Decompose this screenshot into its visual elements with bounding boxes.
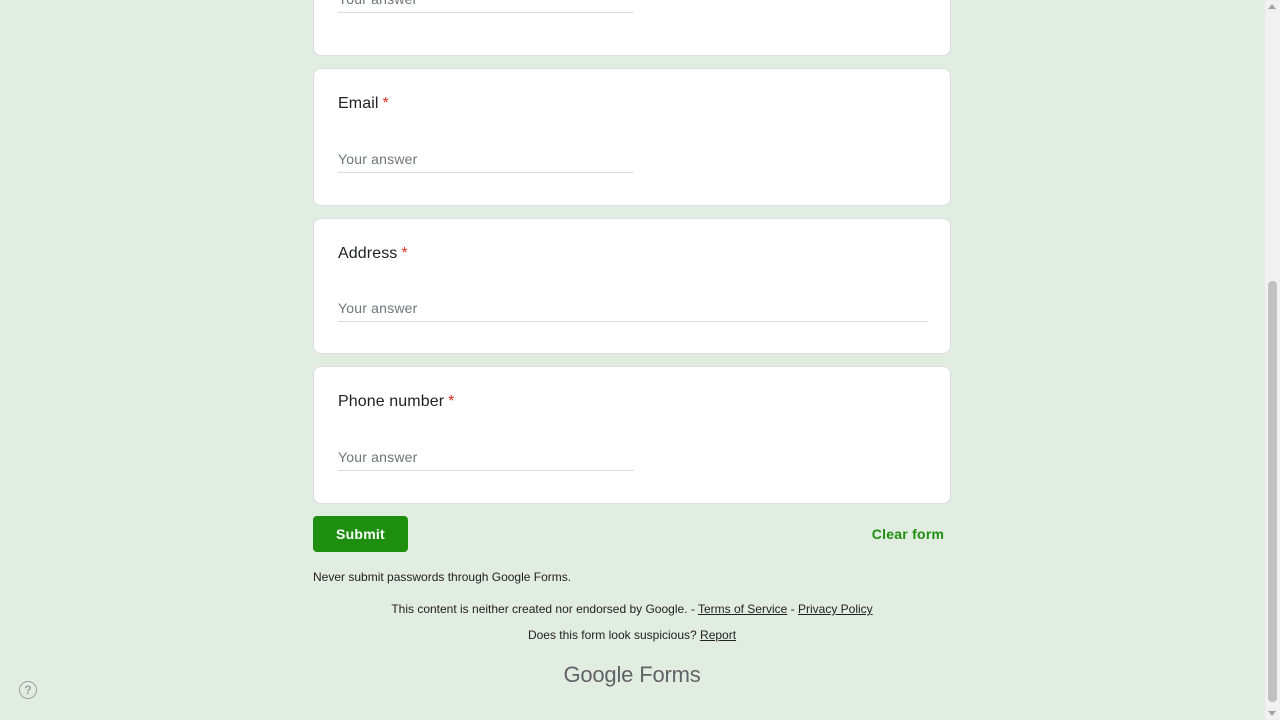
scroll-down-arrow-icon[interactable] (1268, 711, 1276, 716)
clear-form-button[interactable]: Clear form (862, 516, 954, 552)
question-label-phone: Phone number (338, 393, 445, 410)
question-title-email: Email * (338, 95, 389, 113)
suspicious-text: Does this form look suspicious? (527, 628, 697, 642)
question-title-address: Address * (338, 245, 408, 263)
question-card-email: Email * Your answer (313, 68, 951, 206)
report-link[interactable]: Report (700, 628, 736, 642)
vertical-scrollbar[interactable] (1265, 0, 1280, 720)
answer-input-previous[interactable]: Your answer (338, 0, 634, 13)
scrollbar-thumb[interactable] (1268, 281, 1277, 702)
required-asterisk: * (401, 245, 408, 262)
terms-of-service-link[interactable]: Terms of Service (698, 602, 787, 616)
brand-forms: Forms (639, 662, 701, 687)
google-forms-logo[interactable]: Google Forms (313, 662, 951, 688)
question-card-address: Address * Your answer (313, 218, 951, 354)
scroll-up-arrow-icon[interactable] (1268, 4, 1276, 9)
address-input[interactable]: Your answer (338, 298, 928, 322)
required-asterisk: * (382, 95, 389, 112)
privacy-policy-link[interactable]: Privacy Policy (798, 602, 873, 616)
question-label-email: Email (338, 95, 379, 112)
disclaimer-line: This content is neither created nor endo… (313, 602, 951, 616)
phone-input[interactable]: Your answer (338, 447, 634, 471)
required-asterisk: * (448, 393, 455, 410)
submit-button[interactable]: Submit (313, 516, 408, 552)
footer-separator: - (790, 602, 795, 616)
password-warning: Never submit passwords through Google Fo… (313, 570, 572, 584)
suspicious-line: Does this form look suspicious? Report (313, 628, 951, 642)
question-card-previous: Your answer (313, 0, 951, 56)
brand-google: Google (563, 662, 634, 687)
email-input[interactable]: Your answer (338, 149, 634, 173)
disclaimer-text: This content is neither created nor endo… (391, 602, 695, 616)
question-title-phone: Phone number * (338, 393, 455, 411)
question-label-address: Address (338, 245, 398, 262)
question-card-phone: Phone number * Your answer (313, 366, 951, 504)
help-icon[interactable]: ? (19, 681, 37, 699)
